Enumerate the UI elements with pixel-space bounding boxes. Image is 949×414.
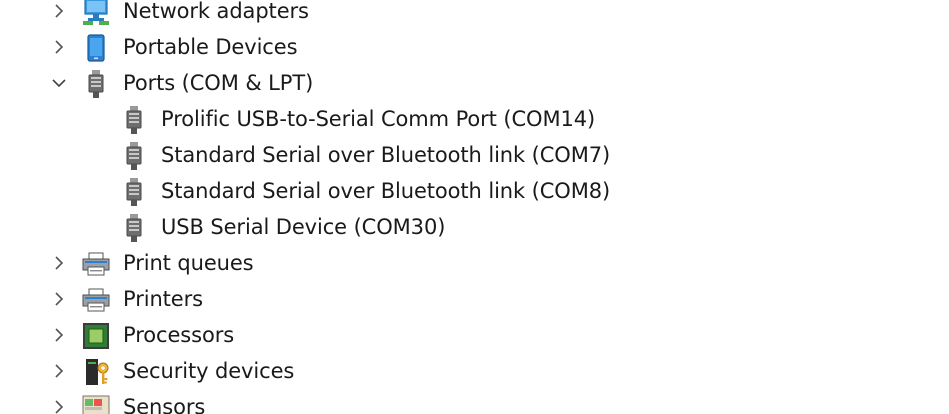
tree-node-label: Printers xyxy=(123,287,204,311)
chevron-right-icon[interactable] xyxy=(48,324,70,346)
chevron-down-icon[interactable] xyxy=(48,72,70,94)
tree-node-label: Prolific USB-to-Serial Comm Port (COM14) xyxy=(161,107,596,131)
tree-node-port-com8[interactable]: Standard Serial over Bluetooth link (COM… xyxy=(0,174,949,210)
port-connector-icon xyxy=(81,69,111,99)
tree-node-ports[interactable]: Ports (COM & LPT) xyxy=(0,66,949,102)
tree-node-security-devices[interactable]: Security devices xyxy=(0,354,949,390)
tree-node-label: Ports (COM & LPT) xyxy=(123,71,314,95)
tree-node-label: USB Serial Device (COM30) xyxy=(161,215,446,239)
tree-node-port-com7[interactable]: Standard Serial over Bluetooth link (COM… xyxy=(0,138,949,174)
tree-node-processors[interactable]: Processors xyxy=(0,318,949,354)
chevron-right-icon[interactable] xyxy=(48,252,70,274)
network-adapter-icon xyxy=(81,0,111,27)
port-connector-icon xyxy=(119,213,149,243)
chevron-right-icon[interactable] xyxy=(48,36,70,58)
tree-node-label: Print queues xyxy=(123,251,254,275)
tree-node-label: Portable Devices xyxy=(123,35,298,59)
tree-node-printers[interactable]: Printers xyxy=(0,282,949,318)
port-connector-icon xyxy=(119,177,149,207)
tree-node-portable-devices[interactable]: Portable Devices xyxy=(0,30,949,66)
printer-icon xyxy=(81,285,111,315)
tree-node-sensors[interactable]: Sensors xyxy=(0,390,949,414)
tree-node-label: Standard Serial over Bluetooth link (COM… xyxy=(161,179,611,203)
tree-node-label: Standard Serial over Bluetooth link (COM… xyxy=(161,143,611,167)
printer-icon xyxy=(81,249,111,279)
tree-node-port-com30[interactable]: USB Serial Device (COM30) xyxy=(0,210,949,246)
portable-device-icon xyxy=(81,33,111,63)
chevron-right-icon[interactable] xyxy=(48,360,70,382)
tree-node-label: Network adapters xyxy=(123,0,309,23)
sensor-icon xyxy=(81,393,111,414)
tree-node-network-adapters[interactable]: Network adapters xyxy=(0,0,949,30)
tree-node-label: Sensors xyxy=(123,395,206,414)
port-connector-icon xyxy=(119,105,149,135)
processor-chip-icon xyxy=(81,321,111,351)
chevron-right-icon[interactable] xyxy=(48,396,70,414)
tree-node-port-com14[interactable]: Prolific USB-to-Serial Comm Port (COM14) xyxy=(0,102,949,138)
security-key-icon xyxy=(81,357,111,387)
tree-node-print-queues[interactable]: Print queues xyxy=(0,246,949,282)
port-connector-icon xyxy=(119,141,149,171)
tree-node-label: Security devices xyxy=(123,359,295,383)
tree-node-label: Processors xyxy=(123,323,235,347)
chevron-right-icon[interactable] xyxy=(48,0,70,22)
device-tree: Network adapters Portable Devices Ports … xyxy=(0,0,949,414)
chevron-right-icon[interactable] xyxy=(48,288,70,310)
